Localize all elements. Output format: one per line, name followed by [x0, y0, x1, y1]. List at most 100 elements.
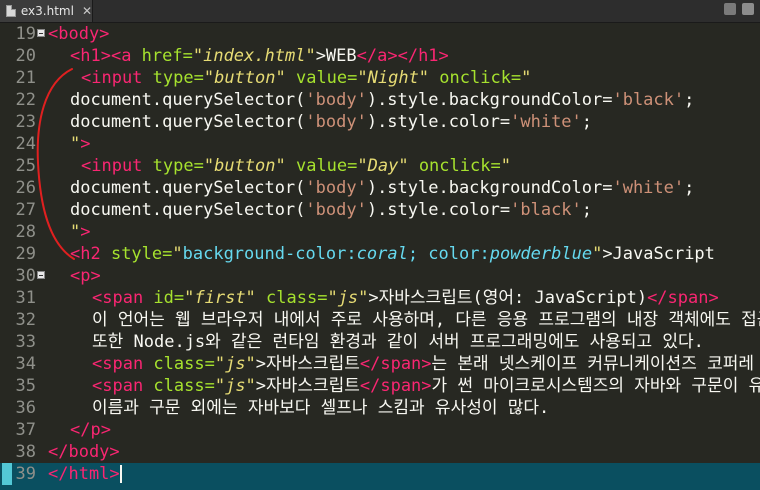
- code-token: class=: [255, 288, 328, 308]
- code-token: ).style.backgroundColor=: [366, 178, 613, 198]
- code-text: <h2 style="background-color:coral; color…: [70, 243, 715, 265]
- code-text: <span class="js">자바스크립트</span>가 썬 마이크로시스…: [92, 375, 760, 397]
- code-token: </body>: [48, 442, 120, 462]
- tab-ex3-html[interactable]: ex3.html ✕: [0, 0, 93, 22]
- code-token: 또한 Node.js와 같은 런타임 환경과 같이 서버 프로그래밍에도 사용되…: [92, 332, 704, 352]
- code-token: ": [592, 244, 603, 264]
- text-cursor: [119, 465, 122, 483]
- code-token: 이 언어는 웹 브라우저 내에서 주로 사용하며, 다른 응용 프로그램의 내장…: [92, 310, 760, 330]
- code-line: 25 <input type="button" value="Day" oncl…: [0, 155, 760, 177]
- line-number: 31: [15, 288, 36, 308]
- line-number: 32: [15, 310, 36, 330]
- code-token: ;: [581, 200, 593, 220]
- code-token: </p>: [70, 420, 111, 440]
- code-token: ).style.color=: [366, 200, 511, 220]
- code-token: ).style.color=: [366, 112, 511, 132]
- code-token: ": [172, 244, 183, 264]
- code-token: coral: [356, 244, 408, 264]
- code-token: class=: [143, 354, 215, 374]
- code-token: ;: [684, 90, 695, 110]
- code-token: document.querySelector(: [70, 178, 306, 198]
- code-token: 'body': [305, 112, 367, 132]
- code-token: </a>: [356, 46, 398, 66]
- code-token: <body>: [48, 24, 110, 44]
- minimize-icon[interactable]: [724, 3, 736, 15]
- line-number: 19: [15, 24, 36, 44]
- code-text: document.querySelector('body').style.col…: [70, 111, 592, 133]
- code-token: 'white': [510, 112, 582, 132]
- code-token: 가 썬 마이크로시스템즈의 자바와 구문이 유: [431, 376, 760, 396]
- code-token: >WEB: [315, 46, 357, 66]
- code-token: </span>: [359, 376, 432, 396]
- line-number: 39: [15, 464, 36, 484]
- code-line: 31 <span id="first" class="js">자바스크립트(영어…: [0, 287, 760, 309]
- line-number: 34: [15, 354, 36, 374]
- file-icon: [6, 5, 16, 17]
- code-line: 21 <input type="button" value="Night" on…: [0, 67, 760, 89]
- code-line: 26 document.querySelector('body').style.…: [0, 177, 760, 199]
- code-line: 37 </p>: [0, 419, 760, 441]
- maximize-icon[interactable]: [742, 3, 754, 15]
- code-line: 33 또한 Node.js와 같은 런타임 환경과 같이 서버 프로그래밍에도 …: [0, 331, 760, 353]
- code-token: id=: [143, 288, 185, 308]
- line-number: 37: [15, 420, 36, 440]
- code-token: 'white': [612, 178, 685, 198]
- code-token: >자바스크립트: [255, 376, 360, 396]
- code-text: document.querySelector('body').style.bac…: [70, 89, 694, 111]
- current-line: 39 </html>: [0, 463, 760, 490]
- code-text: <body>: [48, 23, 109, 45]
- code-text: </body>: [48, 441, 120, 463]
- code-token: "index.html": [192, 46, 316, 66]
- code-line: 27 document.querySelector('body').style.…: [0, 199, 760, 221]
- code-token: "js": [327, 288, 369, 308]
- code-token: "Night": [357, 68, 430, 88]
- code-token: document.querySelector(: [70, 200, 306, 220]
- code-line: 19 <body>: [0, 23, 760, 45]
- fold-toggle-icon[interactable]: [37, 29, 45, 37]
- line-number: 36: [15, 398, 36, 418]
- code-token: value=: [285, 156, 358, 176]
- code-token: "js": [214, 376, 256, 396]
- red-bracket-annotation: [36, 68, 75, 260]
- code-token: >JavaScript: [602, 244, 715, 264]
- code-line: 22 document.querySelector('body').style.…: [0, 89, 760, 111]
- code-text: <span class="js">자바스크립트</span>는 본래 넷스케이프…: [92, 353, 754, 375]
- code-editor[interactable]: 19 <body> 20 <h1><a href="index.html">WE…: [0, 23, 760, 490]
- code-token: ).style.backgroundColor=: [366, 90, 613, 110]
- code-token: href=: [131, 46, 193, 66]
- code-text: <input type="button" value="Day" onclick…: [81, 155, 511, 177]
- code-token: 'black': [612, 90, 685, 110]
- code-line: 20 <h1><a href="index.html">WEB</a></h1>: [0, 45, 760, 67]
- code-token: >자바스크립트: [255, 354, 360, 374]
- code-line: 24 ">: [0, 133, 760, 155]
- code-token: powderblue: [489, 244, 593, 264]
- code-token: ;: [581, 112, 593, 132]
- code-token: "first": [184, 288, 256, 308]
- code-token: background-color:: [182, 244, 357, 264]
- code-token: "js": [214, 354, 256, 374]
- code-token: ": [521, 68, 532, 88]
- code-token: class=: [143, 376, 215, 396]
- code-line: 36 이름과 구문 외에는 자바보다 셀프나 스킴과 유사성이 많다.: [0, 397, 760, 419]
- tab-bar: ex3.html ✕: [0, 0, 760, 23]
- code-token: </span>: [359, 354, 432, 374]
- code-token: </span>: [647, 288, 719, 308]
- close-icon[interactable]: ✕: [82, 4, 92, 18]
- code-text: </p>: [70, 419, 111, 441]
- code-token: ": [500, 156, 511, 176]
- code-token: 'body': [305, 200, 367, 220]
- code-text: document.querySelector('body').style.bac…: [70, 177, 694, 199]
- code-text: </html>: [48, 463, 122, 485]
- code-token: type=: [142, 68, 204, 88]
- code-token: "Day": [357, 156, 409, 176]
- code-token: type=: [142, 156, 204, 176]
- code-token: document.querySelector(: [70, 112, 306, 132]
- code-token: ; color:: [407, 244, 490, 264]
- code-token: </h1>: [397, 46, 449, 66]
- code-token: style=: [100, 244, 173, 264]
- code-token: <span: [92, 288, 144, 308]
- code-line: 23 document.querySelector('body').style.…: [0, 111, 760, 133]
- code-token: 이름과 구문 외에는 자바보다 셀프나 스킴과 유사성이 많다.: [92, 398, 550, 418]
- tab-label: ex3.html: [20, 4, 74, 18]
- code-token: document.querySelector(: [70, 90, 306, 110]
